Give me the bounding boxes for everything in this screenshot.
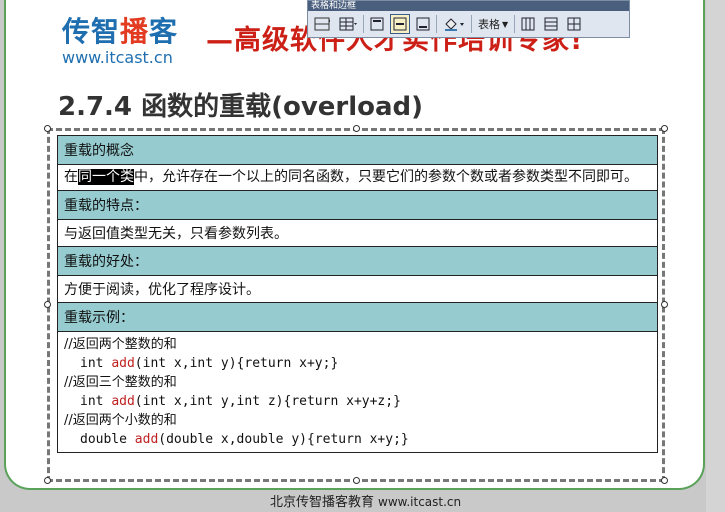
brand-logo: 传智播客 www.itcast.cn (62, 10, 178, 67)
code-line: double add(double x,double y){return x+y… (80, 432, 409, 447)
logo-text: 传智播客 (62, 15, 179, 48)
align-middle-icon (393, 17, 407, 31)
window-right-edge (706, 0, 725, 512)
distribute-rows-icon (521, 17, 535, 31)
table-menu-button[interactable]: 表格 ▼ (475, 14, 511, 34)
align-bottom-icon (416, 17, 430, 31)
resize-handle[interactable] (661, 125, 668, 132)
table-body-cell[interactable]: 与返回值类型无关，只看参数列表。 (57, 219, 658, 247)
code-comment: //返回两个小数的和 (64, 413, 177, 428)
fill-color-button[interactable] (440, 14, 468, 34)
distribute-columns-button[interactable] (541, 14, 561, 34)
table-header-cell[interactable]: 重载的好处： (57, 246, 658, 276)
code-comment: //返回三个整数的和 (64, 375, 177, 390)
table-header-cell[interactable]: 重载的概念 (57, 135, 658, 165)
slide-title: 2.7.4 函数的重载(overload) (58, 92, 424, 122)
toolbar-title: 表格和边框 (308, 1, 629, 11)
toolbar-separator (436, 15, 437, 33)
chevron-down-icon: ▼ (502, 19, 509, 29)
resize-handle[interactable] (661, 477, 668, 484)
code-line: int add(int x,int y,int z){return x+y+z;… (80, 394, 401, 409)
table-grid-icon (339, 17, 357, 31)
toolbar-separator (363, 15, 364, 33)
resize-handle[interactable] (353, 477, 360, 484)
resize-handle[interactable] (44, 301, 51, 308)
distribute-rows-button[interactable] (518, 14, 538, 34)
tables-borders-toolbar[interactable]: 表格和边框 表格 ▼ (307, 0, 630, 38)
code-cell[interactable]: //返回两个整数的和 int add(int x,int y){return x… (57, 331, 658, 453)
slide-footer: 北京传智播客教育 www.itcast.cn (270, 495, 462, 510)
border-style-icon (314, 17, 330, 31)
resize-handle[interactable] (353, 125, 360, 132)
table-body-cell[interactable]: 在同一个类中，允许存在一个以上的同名函数，只要它们的参数个数或者参数类型不同即可… (57, 164, 658, 191)
code-comment: //返回两个整数的和 (64, 337, 177, 352)
table-body-cell[interactable]: 方便于阅读，优化了程序设计。 (57, 275, 658, 303)
line-style-button[interactable] (311, 14, 333, 34)
column-width-button[interactable] (564, 14, 584, 34)
logo-url: www.itcast.cn (62, 48, 173, 67)
table-header-cell[interactable]: 重载示例： (57, 302, 658, 332)
align-middle-button[interactable] (390, 14, 410, 34)
resize-handle[interactable] (44, 125, 51, 132)
paint-bucket-icon (445, 18, 464, 31)
align-top-icon (370, 17, 384, 31)
code-line: int add(int x,int y){return x+y;} (80, 356, 339, 371)
toolbar-separator (514, 15, 516, 33)
align-bottom-button[interactable] (413, 14, 433, 34)
borders-button[interactable] (336, 14, 360, 34)
table-header-cell[interactable]: 重载的特点： (57, 190, 658, 220)
selected-text[interactable]: 同一个类 (78, 169, 134, 185)
toolbar-separator (471, 15, 472, 33)
column-width-icon (567, 17, 581, 31)
resize-handle[interactable] (44, 477, 51, 484)
align-top-button[interactable] (367, 14, 387, 34)
distribute-columns-icon (544, 17, 558, 31)
overload-table[interactable]: 重载的概念 在同一个类中，允许存在一个以上的同名函数，只要它们的参数个数或者参数… (57, 135, 658, 453)
resize-handle[interactable] (661, 301, 668, 308)
